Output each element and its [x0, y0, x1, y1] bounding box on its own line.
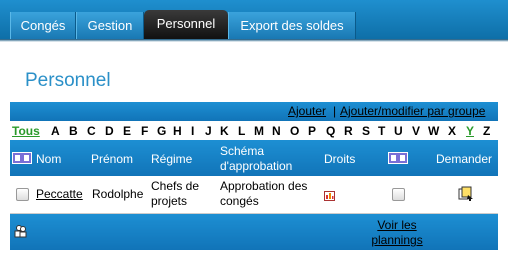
letter-c[interactable]: C	[87, 124, 96, 138]
letter-d[interactable]: D	[105, 124, 114, 138]
table-footer: Voir les plannings	[10, 214, 498, 250]
letter-u[interactable]: U	[394, 124, 403, 138]
letter-filter: Tous A B C D E F G H I J K L M N O P Q R…	[10, 121, 498, 140]
tab-label: Personnel	[156, 16, 216, 31]
letter-j[interactable]: J	[205, 124, 212, 138]
column-headers: Nom Prénom Régime Schéma d'approbation D…	[10, 140, 498, 176]
select-all-icon[interactable]	[12, 152, 32, 167]
tab-bar-shadow	[0, 39, 508, 42]
tab-gestion[interactable]: Gestion	[76, 12, 144, 39]
letter-q[interactable]: Q	[326, 124, 335, 138]
letter-e[interactable]: E	[123, 124, 131, 138]
row-request-checkbox[interactable]	[392, 188, 405, 201]
column-demander: Demander	[436, 152, 493, 166]
letter-f[interactable]: F	[141, 124, 148, 138]
select-all-requests-icon[interactable]	[388, 152, 408, 167]
letter-m[interactable]: M	[254, 124, 264, 138]
column-regime[interactable]: Régime	[151, 152, 192, 166]
tab-conges[interactable]: Congés	[10, 12, 76, 39]
table-row: Peccatte Rodolphe Chefs de projets Appro…	[10, 176, 498, 214]
column-schema-line2[interactable]: d'approbation	[220, 159, 292, 173]
letter-t[interactable]: T	[378, 124, 385, 138]
row-schema-line1: Approbation des	[220, 179, 308, 193]
tab-personnel[interactable]: Personnel	[144, 10, 228, 39]
add-group-link[interactable]: Ajouter/modifier par groupe	[340, 104, 485, 118]
add-link[interactable]: Ajouter	[288, 104, 326, 118]
letter-all[interactable]: Tous	[12, 124, 40, 138]
letter-z[interactable]: Z	[483, 124, 490, 138]
letter-x[interactable]: X	[448, 124, 456, 138]
letter-r[interactable]: R	[344, 124, 353, 138]
letter-s[interactable]: S	[362, 124, 370, 138]
group-users-icon[interactable]	[14, 224, 28, 241]
letter-v[interactable]: V	[412, 124, 420, 138]
column-prenom[interactable]: Prénom	[91, 152, 133, 166]
letter-a[interactable]: A	[51, 124, 60, 138]
letter-p[interactable]: P	[308, 124, 316, 138]
row-schema-line2: congés	[220, 194, 259, 208]
letter-k[interactable]: K	[220, 124, 229, 138]
tab-label: Export des soldes	[240, 18, 344, 33]
column-droits[interactable]: Droits	[324, 152, 355, 166]
letter-w[interactable]: W	[428, 124, 439, 138]
letter-b[interactable]: B	[69, 124, 78, 138]
request-leave-icon[interactable]	[458, 186, 474, 205]
column-schema-line1[interactable]: Schéma	[220, 144, 264, 158]
link-separator: |	[333, 104, 337, 118]
personnel-table: Ajouter | Ajouter/modifier par groupe To…	[10, 102, 498, 250]
column-nom[interactable]: Nom	[36, 152, 61, 166]
view-plannings-link[interactable]: Voir les plannings	[362, 218, 432, 248]
rights-icon[interactable]	[324, 190, 335, 204]
row-nom-link[interactable]: Peccatte	[36, 187, 83, 201]
page-title: Personnel	[25, 70, 111, 91]
letter-n[interactable]: N	[272, 124, 281, 138]
row-select-checkbox[interactable]	[16, 188, 29, 201]
letter-o[interactable]: O	[290, 124, 299, 138]
view-plannings-line1: Voir les	[377, 218, 417, 232]
tab-export-soldes[interactable]: Export des soldes	[228, 12, 356, 39]
letter-i[interactable]: I	[191, 124, 194, 138]
table-header-links: Ajouter | Ajouter/modifier par groupe	[10, 102, 498, 121]
tab-label: Congés	[20, 18, 66, 33]
row-regime-line1: Chefs de	[151, 179, 200, 193]
letter-g[interactable]: G	[157, 124, 166, 138]
tab-label: Gestion	[87, 18, 133, 33]
view-plannings-line2: plannings	[371, 233, 423, 247]
letter-l[interactable]: L	[238, 124, 245, 138]
letter-h[interactable]: H	[173, 124, 182, 138]
row-regime-line2: projets	[151, 194, 188, 208]
tab-bar: Congés Gestion Personnel Export des sold…	[0, 0, 508, 42]
letter-y[interactable]: Y	[466, 124, 474, 138]
row-prenom: Rodolphe	[92, 187, 144, 201]
